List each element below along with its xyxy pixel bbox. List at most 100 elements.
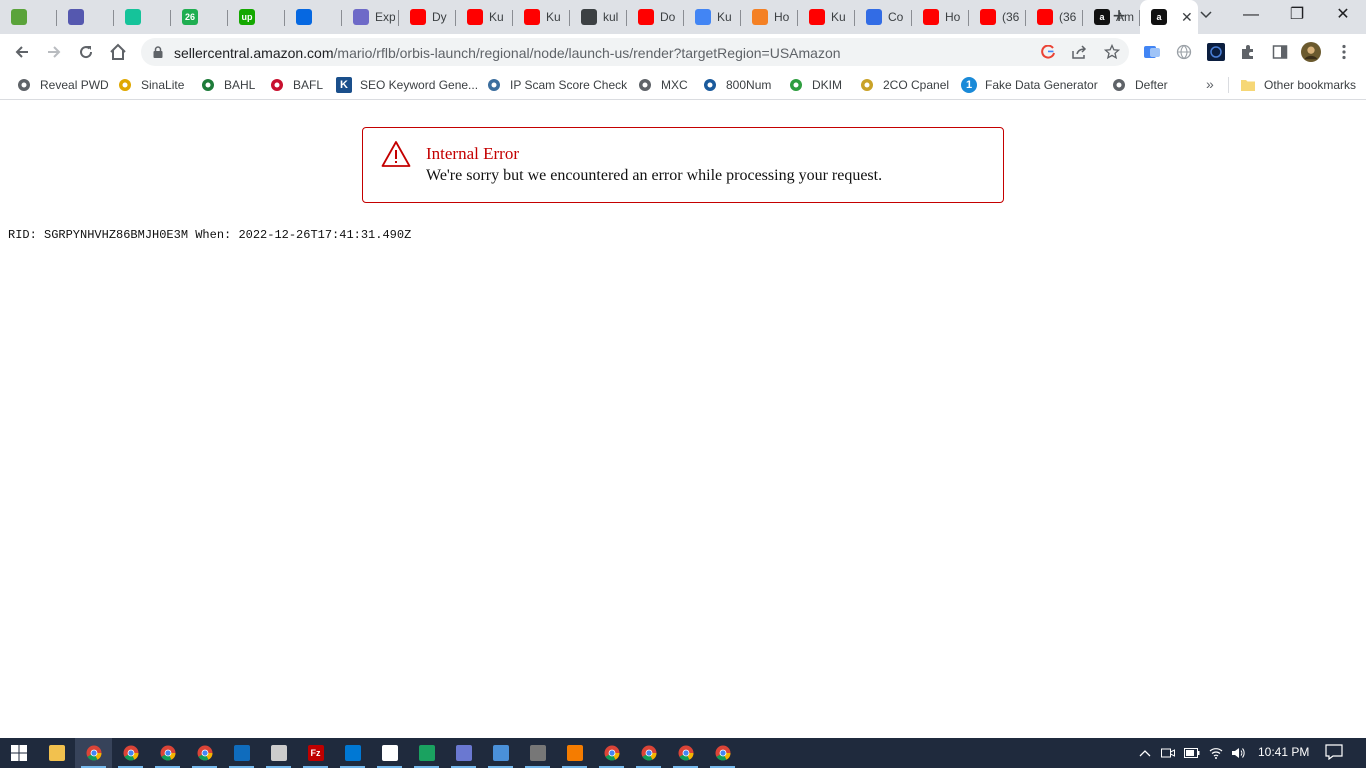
feather-icon bbox=[455, 745, 472, 761]
close-window-button[interactable]: ✕ bbox=[1320, 4, 1366, 28]
back-button[interactable] bbox=[10, 40, 34, 64]
browser-tab[interactable]: (36 bbox=[969, 0, 1026, 34]
browser-tab[interactable]: Co bbox=[855, 0, 912, 34]
browser-tab[interactable]: Ku bbox=[456, 0, 513, 34]
taskbar-clock[interactable]: 10:41 PM bbox=[1258, 745, 1309, 759]
taskbar-app[interactable] bbox=[0, 738, 37, 768]
taskbar-app[interactable] bbox=[223, 738, 260, 768]
minimize-button[interactable]: — bbox=[1228, 4, 1274, 28]
browser-tab[interactable] bbox=[114, 0, 171, 34]
bookmark-item[interactable]: 2CO Cpanel bbox=[859, 76, 949, 94]
bookmarks-overflow-button[interactable]: » bbox=[1206, 76, 1214, 92]
browser-tab[interactable]: Ku bbox=[684, 0, 741, 34]
browser-tab[interactable]: Ku bbox=[798, 0, 855, 34]
taskbar-app[interactable] bbox=[334, 738, 371, 768]
browser-tab[interactable]: Ho bbox=[741, 0, 798, 34]
globe-extension-icon[interactable] bbox=[1174, 42, 1194, 62]
battery-icon[interactable] bbox=[1184, 745, 1200, 761]
taskbar-app[interactable] bbox=[630, 738, 667, 768]
taskbar-app[interactable] bbox=[38, 738, 75, 768]
dark-extension-icon[interactable] bbox=[1206, 42, 1226, 62]
bookmark-label: BAFL bbox=[293, 78, 324, 92]
browser-tab[interactable]: Do bbox=[627, 0, 684, 34]
translate-extension-icon[interactable] bbox=[1142, 42, 1162, 62]
browser-tab[interactable]: 26 bbox=[171, 0, 228, 34]
browser-tab[interactable]: kul bbox=[570, 0, 627, 34]
other-bookmarks-folder[interactable]: Other bookmarks bbox=[1240, 76, 1356, 94]
windows-start-icon bbox=[10, 745, 27, 761]
taskbar-app[interactable] bbox=[445, 738, 482, 768]
taskbar-app[interactable] bbox=[593, 738, 630, 768]
extensions-puzzle-icon[interactable] bbox=[1238, 42, 1258, 62]
upwork-icon: up bbox=[239, 9, 255, 25]
forward-button[interactable] bbox=[42, 40, 66, 64]
notification-center-icon[interactable] bbox=[1325, 744, 1343, 760]
taskbar-app[interactable] bbox=[704, 738, 741, 768]
home-button[interactable] bbox=[106, 40, 130, 64]
browser-tab[interactable] bbox=[0, 0, 57, 34]
browser-tab[interactable]: Ku bbox=[513, 0, 570, 34]
google-lens-icon[interactable] bbox=[1039, 43, 1057, 61]
taskbar-app[interactable] bbox=[482, 738, 519, 768]
browser-tab[interactable]: up bbox=[228, 0, 285, 34]
bookmark-item[interactable]: BAFL bbox=[269, 76, 323, 94]
side-panel-icon[interactable] bbox=[1270, 42, 1290, 62]
bookmarks-bar: Reveal PWD SinaLite BAHL BAFL K SEO Keyword G… bbox=[0, 70, 1366, 100]
browser-tab[interactable]: Dy bbox=[399, 0, 456, 34]
taskbar-app[interactable] bbox=[75, 738, 112, 768]
browser-tab[interactable] bbox=[285, 0, 342, 34]
taskbar-app[interactable] bbox=[408, 738, 445, 768]
browser-tab[interactable]: (36 bbox=[1026, 0, 1083, 34]
bookmark-item[interactable]: BAHL bbox=[200, 76, 255, 94]
globe-icon bbox=[16, 77, 32, 93]
profile-avatar[interactable] bbox=[1301, 42, 1321, 62]
volume-icon[interactable] bbox=[1230, 745, 1246, 761]
restore-button[interactable]: ❐ bbox=[1274, 4, 1320, 28]
lock-icon[interactable] bbox=[153, 46, 163, 58]
tab-search-chevron-icon[interactable] bbox=[1196, 6, 1216, 26]
bookmark-item[interactable]: SinaLite bbox=[117, 76, 184, 94]
tab-title: kul bbox=[603, 10, 619, 24]
reload-button[interactable] bbox=[74, 40, 98, 64]
close-tab-icon[interactable]: ✕ bbox=[1181, 9, 1193, 26]
taskbar-app[interactable] bbox=[556, 738, 593, 768]
taskbar-app[interactable] bbox=[371, 738, 408, 768]
tray-overflow-chevron-icon[interactable] bbox=[1137, 745, 1153, 761]
taskbar-app[interactable]: Fz bbox=[297, 738, 334, 768]
browser-tab[interactable]: Exp bbox=[342, 0, 399, 34]
bookmark-item[interactable]: 800Num bbox=[702, 76, 771, 94]
url-text[interactable]: sellercentral.amazon.com/mario/rflb/orbi… bbox=[174, 45, 841, 61]
bookmark-label: Defter bbox=[1135, 78, 1168, 92]
browser-tab[interactable]: Ho bbox=[912, 0, 969, 34]
taskbar-app[interactable] bbox=[186, 738, 223, 768]
file-explorer-icon bbox=[48, 745, 65, 761]
active-browser-tab[interactable]: a ✕ bbox=[1140, 0, 1198, 34]
bookmark-item[interactable]: DKIM bbox=[788, 76, 842, 94]
bookmark-star-icon[interactable] bbox=[1103, 43, 1121, 61]
bookmark-item[interactable]: Reveal PWD bbox=[16, 76, 109, 94]
bookmark-item[interactable]: IP Scam Score Check bbox=[486, 76, 627, 94]
bookmark-label: MXC bbox=[661, 78, 688, 92]
wifi-icon bbox=[788, 77, 804, 93]
script-icon bbox=[11, 9, 27, 25]
grammarly-icon bbox=[125, 9, 141, 25]
taskbar-app[interactable] bbox=[260, 738, 297, 768]
wifi-icon[interactable] bbox=[1208, 745, 1224, 761]
error-alert-box: Internal Error We're sorry but we encoun… bbox=[362, 127, 1004, 203]
bookmark-item[interactable]: MXC bbox=[637, 76, 688, 94]
bookmark-item[interactable]: Defter bbox=[1111, 76, 1168, 94]
browser-tab[interactable] bbox=[57, 0, 114, 34]
bookmark-item[interactable]: K SEO Keyword Gene... bbox=[336, 76, 478, 94]
share-icon[interactable] bbox=[1071, 43, 1089, 61]
bookmark-label: BAHL bbox=[224, 78, 256, 92]
taskbar-app[interactable] bbox=[519, 738, 556, 768]
taskbar-app[interactable] bbox=[667, 738, 704, 768]
meet-now-icon[interactable] bbox=[1160, 745, 1176, 761]
more-menu-icon[interactable] bbox=[1334, 42, 1354, 62]
new-tab-button[interactable]: + bbox=[1107, 5, 1131, 29]
bookmark-item[interactable]: 1 Fake Data Generator bbox=[961, 76, 1098, 94]
mail-icon bbox=[233, 745, 250, 761]
taskbar-app[interactable] bbox=[112, 738, 149, 768]
taskbar-app[interactable] bbox=[149, 738, 186, 768]
tab-title: Ku bbox=[831, 10, 846, 24]
